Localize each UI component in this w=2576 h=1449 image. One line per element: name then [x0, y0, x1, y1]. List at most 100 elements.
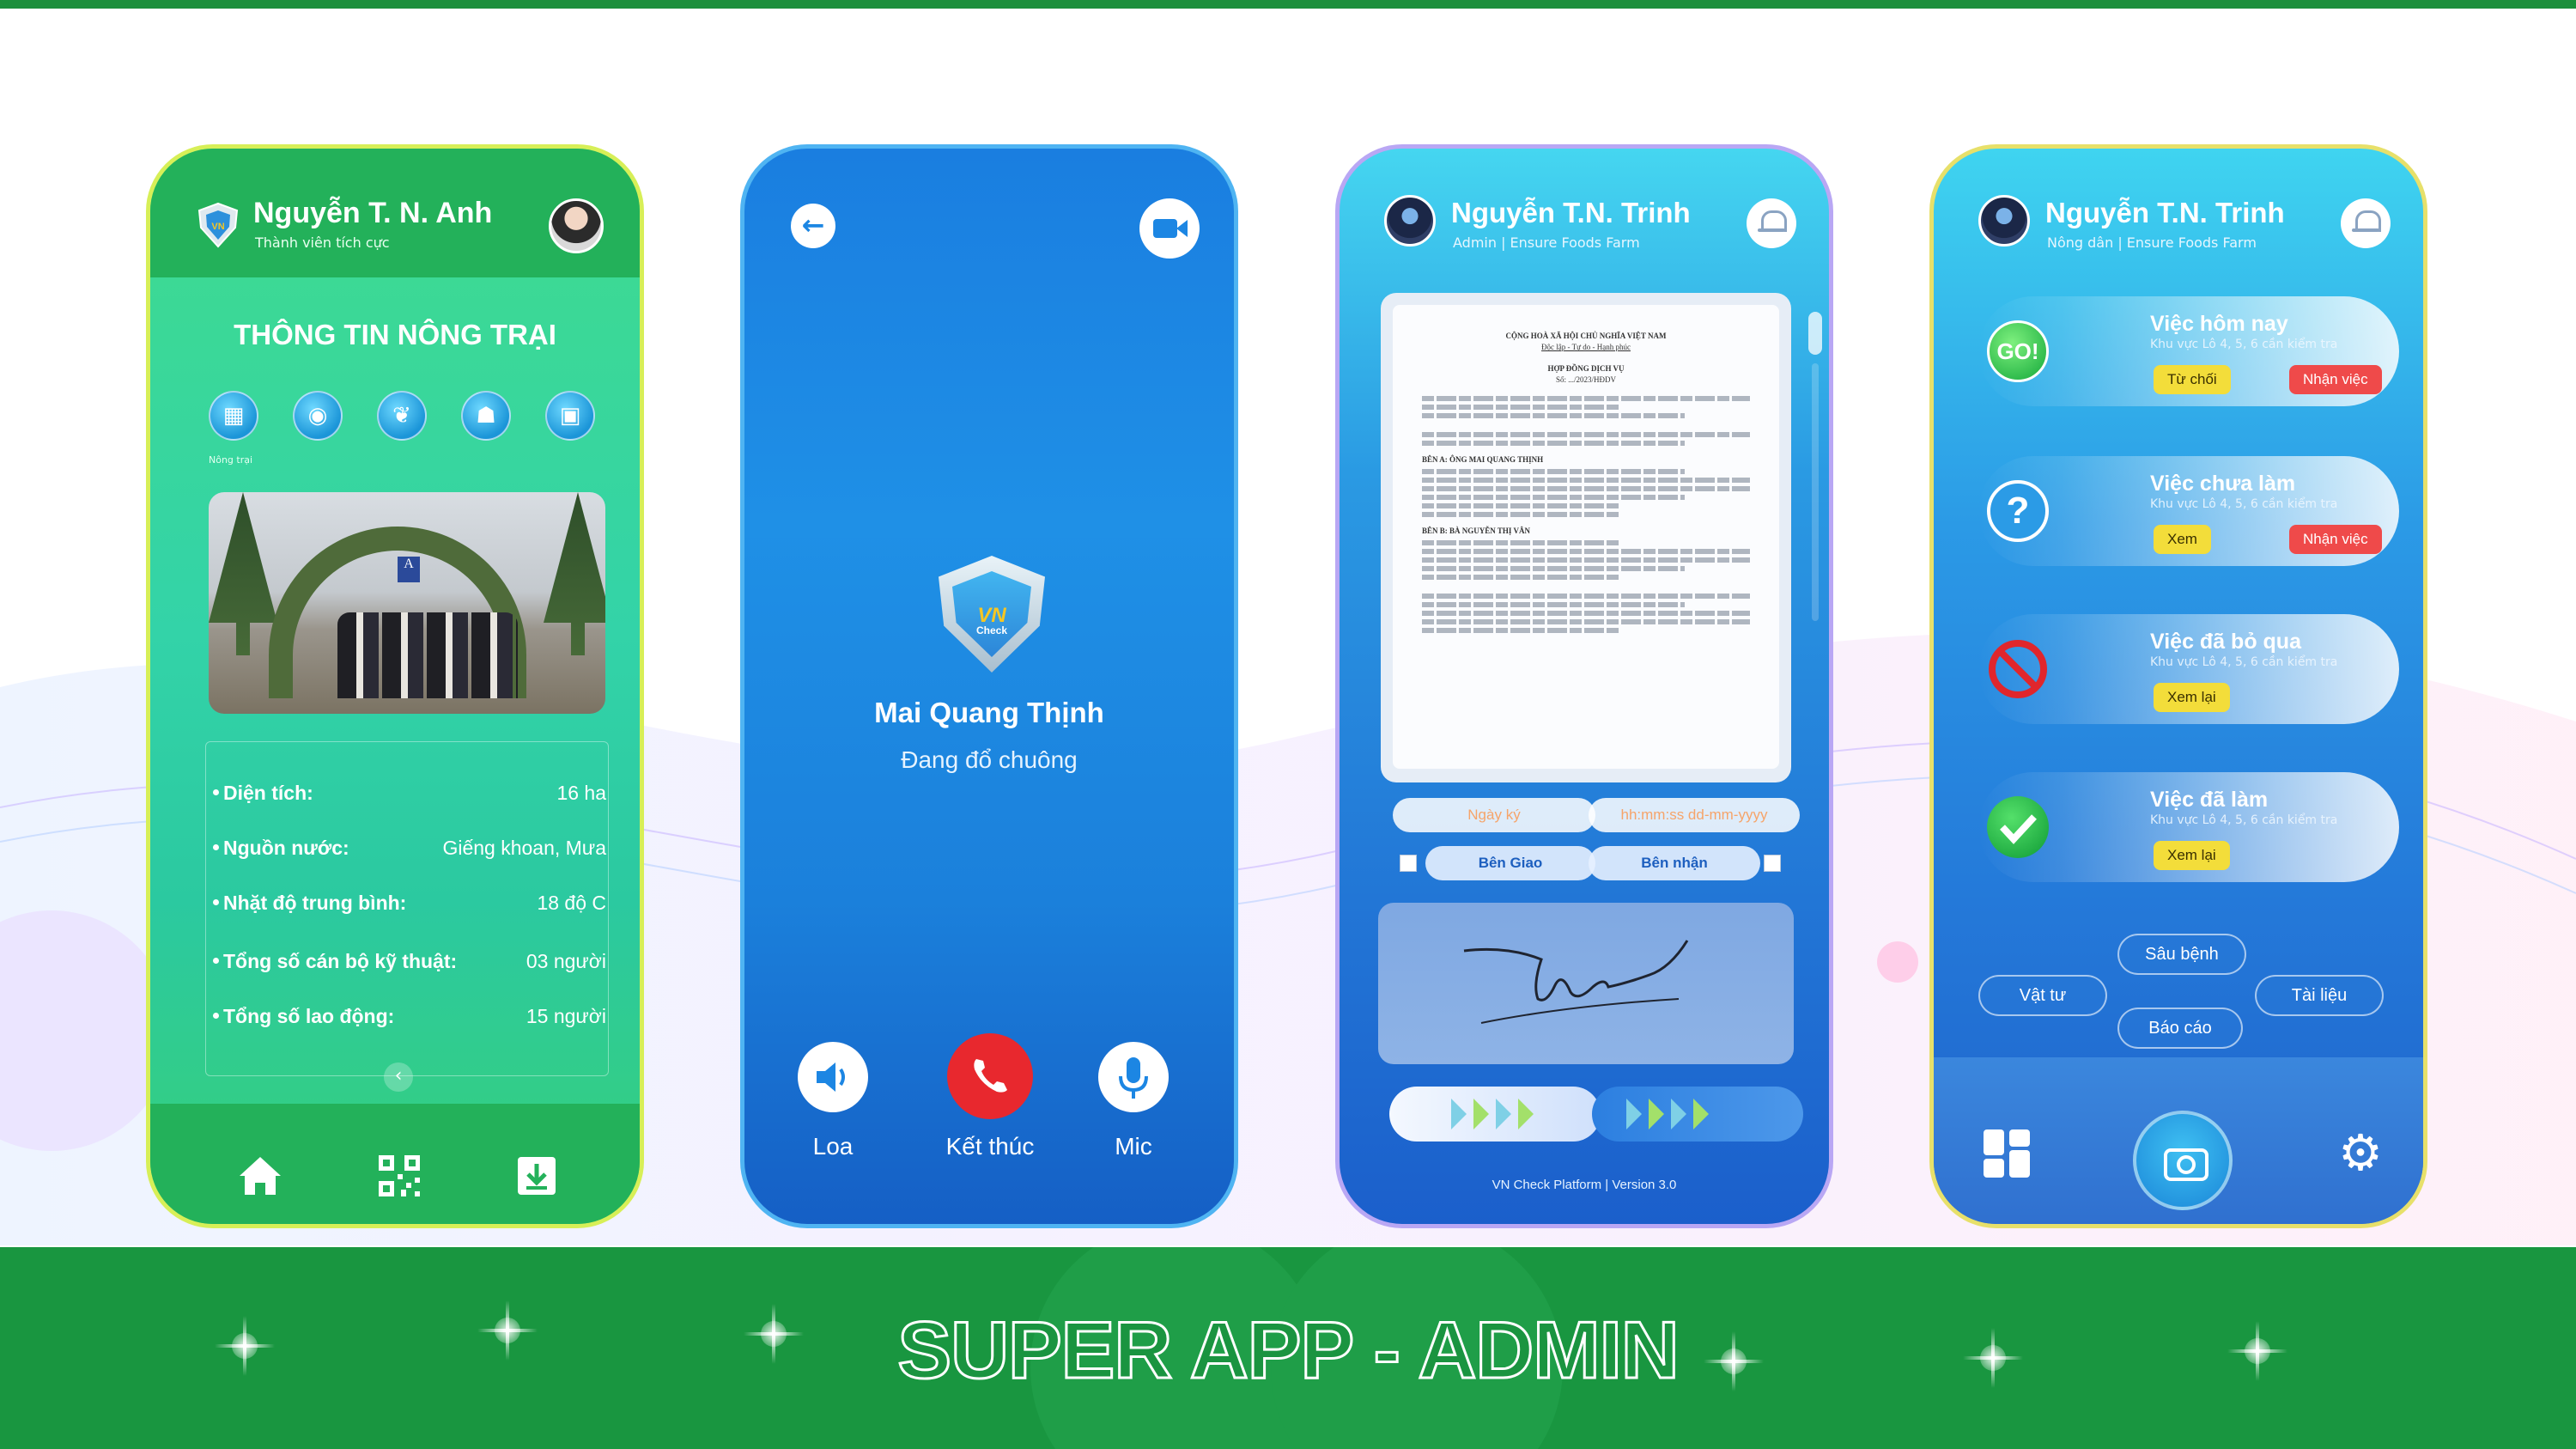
mic-label: Mic [1115, 1133, 1152, 1160]
chip-documents[interactable]: Tài liệu [2255, 975, 2384, 1016]
bell-icon[interactable] [1747, 198, 1796, 248]
chevron-left-icon[interactable]: ‹ [384, 1062, 413, 1092]
back-arrow-icon[interactable]: ← [791, 204, 835, 248]
caller-name: Mai Quang Thịnh [874, 697, 1104, 728]
accept-button[interactable]: Nhận việc [2289, 365, 2382, 394]
doc-number: Số: .../2023/HĐDV [1555, 375, 1616, 384]
review-button[interactable]: Xem lại [2154, 841, 2230, 870]
party-a-name: ÔNG MAI QUANG THỊNH [1449, 455, 1544, 464]
signature-pad[interactable] [1378, 903, 1794, 1064]
water-category-icon[interactable]: ◉ [293, 391, 343, 441]
worker-category-icon[interactable]: ☗ [461, 391, 511, 441]
question-icon-text: ? [2006, 490, 2030, 532]
end-call-label: Kết thúc [945, 1133, 1035, 1160]
party-b-name: BÀ NGUYỄN THỊ VÂN [1449, 527, 1530, 535]
photo-sign: A [398, 557, 420, 582]
vncheck-logo: VN Check [939, 556, 1045, 673]
task-skipped[interactable]: Việc đã bỏ qua Khu vực Lô 4, 5, 6 cần ki… [1978, 614, 2399, 724]
task-today[interactable]: GO! Việc hôm nay Khu vực Lô 4, 5, 6 cần … [1978, 296, 2399, 406]
chip-pests[interactable]: Sâu bệnh [2117, 934, 2246, 975]
avatar[interactable] [1384, 195, 1436, 247]
scrollbar-track[interactable] [1812, 363, 1819, 621]
home-icon[interactable] [236, 1152, 284, 1200]
phone-icon [974, 1059, 1007, 1093]
plant-category-icon[interactable]: ❦ [377, 391, 427, 441]
video-camera-icon[interactable] [1139, 198, 1200, 259]
ben-nhan-button[interactable]: Bên nhận [1589, 846, 1760, 880]
ben-giao-button[interactable]: Bên Giao [1425, 846, 1595, 880]
banner: SUPER APP - ADMIN [0, 1247, 2576, 1449]
task-pending[interactable]: ? Việc chưa làm Khu vực Lô 4, 5, 6 cần k… [1978, 456, 2399, 566]
task-title: Việc hôm nay [2150, 312, 2288, 336]
task-subtitle: Khu vực Lô 4, 5, 6 cần kiểm tra [2150, 813, 2338, 827]
user-name: Nguyễn T.N. Trinh [1451, 197, 1691, 228]
signature-stroke [1463, 940, 1689, 1024]
farm-info-phone: VN Nguyễn T. N. Anh Thành viên tích cực … [146, 144, 644, 1228]
contract-document[interactable]: CỘNG HOÀ XÃ HỘI CHỦ NGHĨA VIỆT NAM Độc l… [1381, 293, 1791, 782]
chip-supplies[interactable]: Vật tư [1978, 975, 2107, 1016]
download-icon[interactable] [513, 1152, 561, 1200]
task-done[interactable]: Việc đã làm Khu vực Lô 4, 5, 6 cần kiểm … [1978, 772, 2399, 882]
swipe-left-button[interactable] [1389, 1087, 1601, 1142]
call-phone: ← VN Check Mai Quang Thịnh Đang đổ chuôn… [740, 144, 1238, 1228]
user-name: Nguyễn T. N. Anh [253, 197, 493, 229]
party-b-label: BÊN B: [1422, 527, 1448, 535]
end-call-button[interactable] [947, 1033, 1033, 1119]
prohibited-icon [1987, 638, 2049, 700]
view-button[interactable]: Xem [2154, 525, 2211, 554]
chip-reports[interactable]: Báo cáo [2117, 1008, 2243, 1049]
svg-text:VN: VN [211, 222, 224, 232]
farm-photo: A [209, 492, 605, 714]
top-accent-bar [0, 0, 2576, 9]
call-status: Đang đổ chuông [901, 746, 1078, 773]
speaker-button[interactable] [798, 1042, 868, 1112]
avatar[interactable] [1978, 195, 2030, 247]
party-a-label: BÊN A: [1422, 455, 1448, 464]
speaker-icon [817, 1062, 845, 1092]
reject-button[interactable]: Từ chối [2154, 365, 2231, 394]
speaker-label: Loa [812, 1133, 854, 1160]
task-title: Việc chưa làm [2150, 472, 2296, 496]
swipe-right-button[interactable] [1592, 1087, 1803, 1142]
microphone-icon [1119, 1057, 1148, 1099]
vncheck-shield-icon: VN [197, 202, 240, 248]
user-role: Admin | Ensure Foods Farm [1453, 234, 1640, 251]
go-icon: GO! [1987, 320, 2049, 382]
document-page: CỘNG HOÀ XÃ HỘI CHỦ NGHĨA VIỆT NAM Độc l… [1393, 305, 1779, 769]
banner-title: SUPER APP - ADMIN [896, 1304, 1680, 1397]
page-title: THÔNG TIN NÔNG TRẠI [234, 319, 556, 350]
question-icon: ? [1987, 480, 2049, 542]
qr-code-icon[interactable] [375, 1152, 423, 1200]
farm-category-icon[interactable]: ▦ [209, 391, 258, 441]
doc-subheader: Độc lập - Tự do - Hạnh phúc [1541, 343, 1631, 351]
grid-icon[interactable] [1984, 1129, 2032, 1178]
avatar[interactable] [549, 198, 604, 253]
gear-icon[interactable]: ⚙ [2336, 1128, 2385, 1178]
task-title: Việc đã làm [2150, 788, 2269, 812]
sign-time-field[interactable]: hh:mm:ss dd-mm-yyyy [1589, 798, 1800, 832]
user-name: Nguyễn T.N. Trinh [2045, 197, 2285, 228]
nhan-checkbox[interactable] [1764, 855, 1781, 872]
bell-icon[interactable] [2341, 198, 2391, 248]
package-category-icon[interactable]: ▣ [545, 391, 595, 441]
category-label: Nông trại [209, 454, 253, 466]
check-icon [1987, 796, 2049, 858]
task-subtitle: Khu vực Lô 4, 5, 6 cần kiểm tra [2150, 497, 2338, 511]
farm-info-list: Diện tích: 16 ha Nguồn nước: Giếng khoan, … [205, 741, 609, 1076]
sign-date-field[interactable]: Ngày ký [1393, 798, 1595, 832]
go-icon-text: GO! [1996, 338, 2039, 364]
user-role: Thành viên tích cực [255, 234, 390, 251]
scrollbar-thumb[interactable] [1808, 312, 1822, 355]
logo-sub: Check [975, 624, 1008, 636]
user-role: Nông dân | Ensure Foods Farm [2047, 234, 2257, 251]
platform-footer: VN Check Platform | Version 3.0 [1492, 1178, 1677, 1192]
contract-phone: Nguyễn T.N. Trinh Admin | Ensure Foods F… [1335, 144, 1833, 1228]
doc-header: CỘNG HOÀ XÃ HỘI CHỦ NGHĨA VIỆT NAM [1505, 332, 1667, 340]
review-button[interactable]: Xem lại [2154, 683, 2230, 712]
giao-checkbox[interactable] [1400, 855, 1417, 872]
camera-button[interactable] [2133, 1111, 2233, 1210]
accept-button[interactable]: Nhận việc [2289, 525, 2382, 554]
mic-button[interactable] [1098, 1042, 1169, 1112]
task-subtitle: Khu vực Lô 4, 5, 6 cần kiểm tra [2150, 655, 2338, 669]
task-phone: Nguyễn T.N. Trinh Nông dân | Ensure Food… [1929, 144, 2427, 1228]
